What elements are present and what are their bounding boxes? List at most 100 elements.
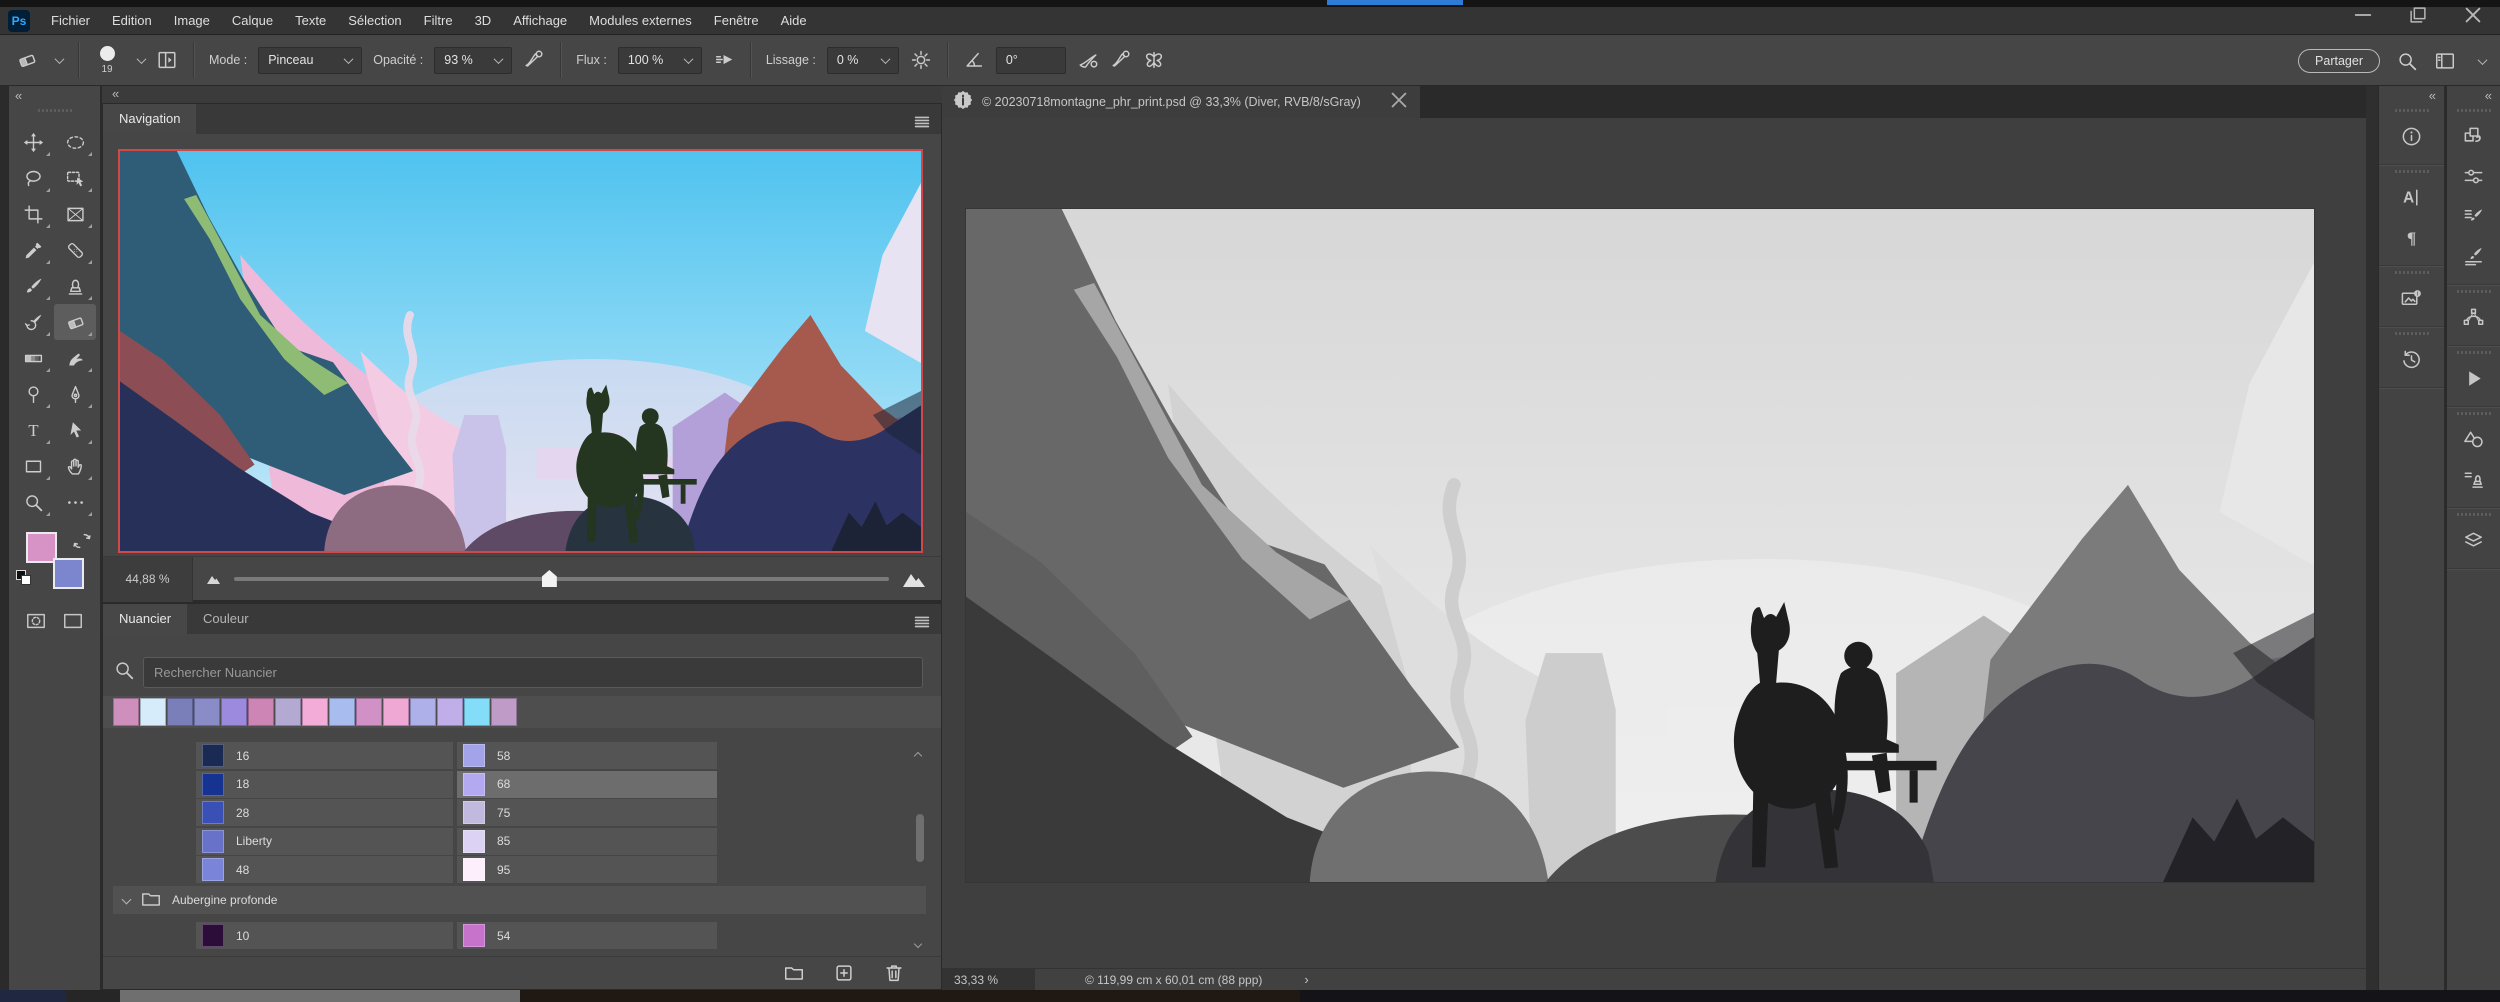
recent-swatch-4[interactable]	[221, 698, 247, 726]
recent-swatch-14[interactable]	[491, 698, 517, 726]
object-selection-tool[interactable]	[54, 160, 96, 196]
tool-presets-panel-button[interactable]	[2447, 459, 2500, 499]
menu-fichier[interactable]: Fichier	[40, 7, 101, 34]
libraries-panel-button[interactable]: i	[2379, 278, 2444, 318]
recent-swatch-13[interactable]	[464, 698, 490, 726]
document-canvas[interactable]	[966, 209, 2314, 882]
new-group-icon[interactable]	[783, 962, 805, 984]
workspace-switcher[interactable]	[2434, 50, 2456, 72]
paths-panel-button[interactable]	[2447, 297, 2500, 337]
swatch-row-75[interactable]: 75	[457, 799, 717, 826]
size-pressure-button[interactable]	[1077, 49, 1099, 71]
dock-grip[interactable]	[2379, 266, 2444, 278]
navigator-panel-menu[interactable]	[911, 111, 933, 138]
move-tool[interactable]	[12, 124, 54, 160]
menu-aide[interactable]: Aide	[770, 7, 818, 34]
history-panel-button[interactable]	[2379, 339, 2444, 379]
collapse-tooldock-button[interactable]: «	[9, 86, 100, 104]
recent-swatch-9[interactable]	[356, 698, 382, 726]
swatch-row-85[interactable]: 85	[457, 827, 717, 855]
brushes-panel-button[interactable]	[2447, 236, 2500, 276]
recent-swatch-7[interactable]	[302, 698, 328, 726]
dodge-tool[interactable]	[12, 376, 54, 412]
dock-divider[interactable]	[2366, 86, 2378, 990]
chevron-down-icon[interactable]	[136, 53, 147, 64]
path-selection-tool[interactable]	[54, 412, 96, 448]
zoom-in-icon[interactable]	[903, 572, 925, 587]
scroll-up-icon[interactable]	[913, 746, 925, 761]
swatch-row-liberty[interactable]: Liberty	[196, 827, 453, 855]
pen-tool[interactable]	[54, 376, 96, 412]
quick-mask-icon[interactable]	[25, 610, 47, 632]
recent-swatch-0[interactable]	[113, 698, 139, 726]
status-options-chevron[interactable]: ›	[1304, 972, 1308, 987]
tab-nuancier[interactable]: Nuancier	[103, 604, 188, 634]
swatch-row-16[interactable]: 16	[196, 742, 453, 769]
default-colors-button[interactable]	[16, 570, 32, 586]
share-button[interactable]: Partager	[2298, 49, 2380, 73]
navigator-zoom-slider[interactable]	[234, 570, 889, 587]
swatch-row-58[interactable]: 58	[457, 742, 717, 769]
paragraph-panel-button[interactable]: ¶	[2379, 217, 2444, 257]
close-button[interactable]	[2445, 0, 2500, 30]
menu-calque[interactable]: Calque	[221, 7, 284, 34]
marquee-tool[interactable]	[54, 124, 96, 160]
swatch-row-54[interactable]: 54	[457, 922, 717, 949]
character-panel-button[interactable]: A	[2379, 177, 2444, 217]
menu-edition[interactable]: Edition	[101, 7, 163, 34]
swatch-row-48[interactable]: 48	[196, 856, 453, 883]
swatch-row-95[interactable]: 95	[457, 856, 717, 883]
recent-swatch-11[interactable]	[410, 698, 436, 726]
tooldock-grip[interactable]	[9, 104, 100, 116]
navigator-zoom-value[interactable]: 44,88 %	[103, 556, 193, 602]
scroll-down-icon[interactable]	[913, 934, 925, 949]
canvas-pasteboard[interactable]	[942, 118, 2366, 968]
healing-brush-tool[interactable]	[54, 232, 96, 268]
dock-grip[interactable]	[2447, 407, 2500, 419]
menu-3d[interactable]: 3D	[464, 7, 503, 34]
info-panel-button[interactable]	[2379, 116, 2444, 156]
eyedropper-tool[interactable]	[12, 232, 54, 268]
dock-grip[interactable]	[2379, 327, 2444, 339]
symmetry-button[interactable]	[1143, 49, 1165, 71]
dock-grip[interactable]	[2447, 508, 2500, 520]
background-color-chip[interactable]	[53, 558, 84, 589]
search-button[interactable]	[2396, 50, 2418, 72]
status-zoom-input[interactable]: 33,33 %	[942, 968, 1035, 991]
zoom-out-icon[interactable]	[207, 574, 220, 584]
lasso-tool[interactable]	[12, 160, 54, 196]
menu-filtre[interactable]: Filtre	[413, 7, 464, 34]
brush-tool[interactable]	[12, 268, 54, 304]
screen-mode-icon[interactable]	[62, 610, 84, 632]
collapse-dock-button[interactable]: «	[2379, 86, 2444, 104]
hand-tool[interactable]	[54, 448, 96, 484]
recent-swatch-10[interactable]	[383, 698, 409, 726]
swatches-scrollbar[interactable]	[916, 814, 924, 862]
smudge-tool[interactable]	[54, 340, 96, 376]
smoothing-options-button[interactable]	[910, 49, 932, 71]
brush-preset-picker[interactable]: 19	[94, 45, 120, 75]
new-swatch-icon[interactable]	[833, 962, 855, 984]
dock-grip[interactable]	[2379, 104, 2444, 116]
rectangle-tool[interactable]	[12, 448, 54, 484]
mode-select[interactable]: Pinceau	[258, 46, 363, 74]
opacity-pressure-button[interactable]	[523, 49, 545, 71]
delete-swatch-icon[interactable]	[883, 962, 905, 984]
swatch-row-18[interactable]: 18	[196, 770, 453, 798]
brush-settings-panel-button[interactable]	[2447, 196, 2500, 236]
minimize-button[interactable]	[2335, 0, 2390, 30]
swatch-row-28[interactable]: 28	[196, 799, 453, 826]
collapse-dock-button[interactable]: «	[2447, 86, 2500, 104]
actions-panel-button[interactable]	[2447, 358, 2500, 398]
zoom-tool[interactable]	[12, 484, 54, 520]
navigator-zoom-slider-thumb[interactable]	[541, 570, 557, 587]
dock-grip[interactable]	[2447, 346, 2500, 358]
menu-affichage[interactable]: Affichage	[502, 7, 578, 34]
close-document-icon[interactable]	[1388, 89, 1410, 116]
search-input[interactable]	[143, 656, 923, 688]
swap-colors-button[interactable]	[71, 530, 93, 557]
recent-swatch-5[interactable]	[248, 698, 274, 726]
menu-image[interactable]: Image	[163, 7, 221, 34]
tab-navigation[interactable]: Navigation	[103, 104, 197, 134]
type-tool[interactable]: T	[12, 412, 54, 448]
